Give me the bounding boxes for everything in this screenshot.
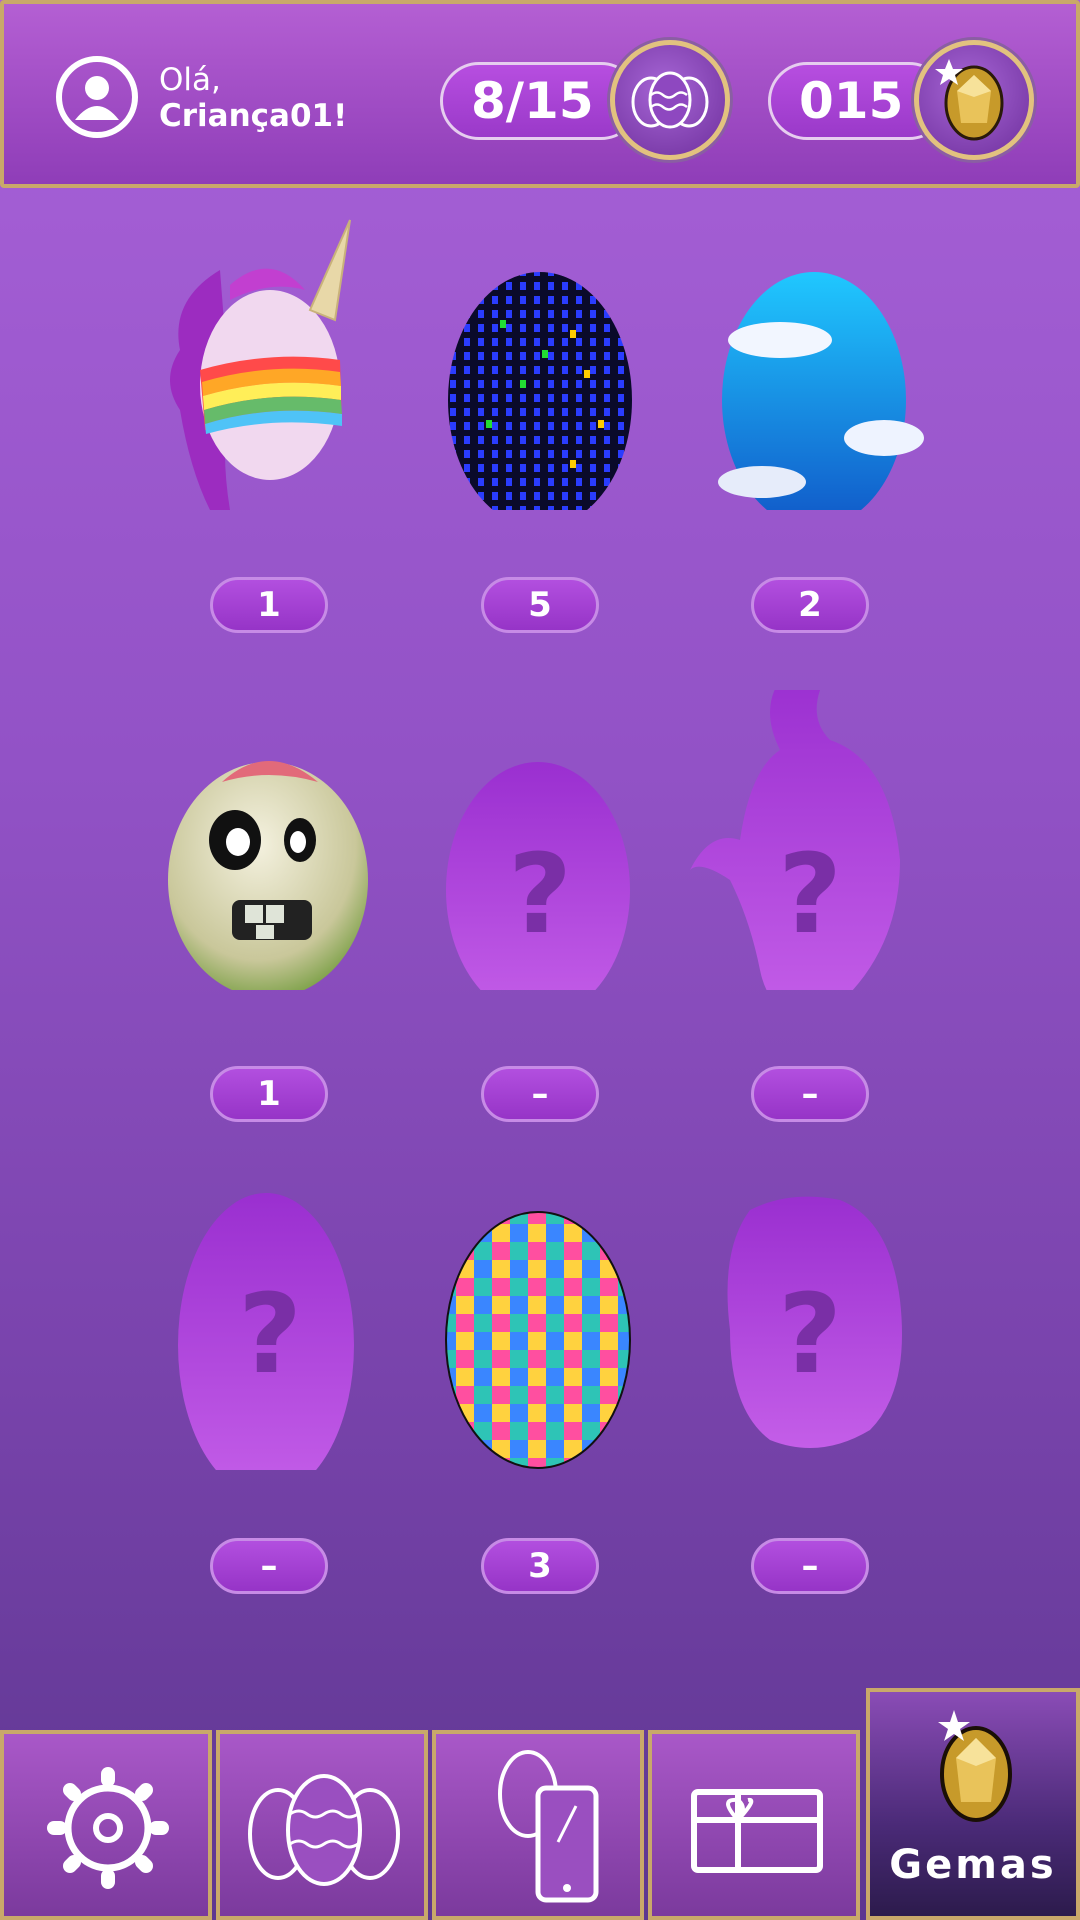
eggs-collection-icon bbox=[248, 1774, 400, 1886]
egg-count: 2 bbox=[751, 577, 869, 633]
egg-slot-locked[interactable]: ? – bbox=[420, 690, 660, 1122]
egg-slot-locked[interactable]: ? – bbox=[690, 690, 930, 1122]
egg-count: 3 bbox=[481, 1538, 599, 1594]
unicorn-egg-icon bbox=[170, 219, 351, 510]
unknown-egg-mark: ? bbox=[508, 830, 572, 958]
user-avatar-icon[interactable] bbox=[56, 56, 138, 138]
nav-gems[interactable]: Gemas bbox=[866, 1688, 1080, 1920]
unknown-egg-mark: ? bbox=[238, 1270, 302, 1398]
egg-count: – bbox=[210, 1538, 328, 1594]
gem-egg-icon[interactable] bbox=[914, 40, 1034, 160]
greeting-hello: Olá, bbox=[159, 62, 221, 98]
nav-gems-label: Gemas bbox=[889, 1842, 1057, 1888]
egg-phone-icon bbox=[498, 1750, 599, 1903]
egg-slot-locked[interactable]: ? – bbox=[150, 1170, 390, 1594]
mosaic-egg-icon bbox=[445, 1211, 631, 1469]
disco-lights-egg-icon bbox=[448, 272, 632, 510]
nav-gifts[interactable] bbox=[648, 1730, 860, 1920]
top-bar: Olá, Criança01! 8/15 015 bbox=[0, 0, 1080, 188]
eggs-counter-value: 8/15 bbox=[471, 72, 594, 130]
gems-counter-value: 015 bbox=[799, 72, 904, 130]
eggs-collection-icon[interactable] bbox=[610, 40, 730, 160]
sky-clouds-egg-icon bbox=[718, 272, 924, 510]
unknown-egg-mark: ? bbox=[778, 830, 842, 958]
egg-slot-zombie[interactable]: 1 bbox=[150, 690, 390, 1122]
egg-slot-mosaic[interactable]: 3 bbox=[420, 1170, 660, 1594]
nav-collection[interactable] bbox=[216, 1730, 428, 1920]
unknown-egg-mark: ? bbox=[778, 1270, 842, 1398]
gear-icon bbox=[47, 1767, 169, 1889]
egg-slot-locked[interactable]: ? – bbox=[690, 1170, 930, 1594]
egg-slot-disco[interactable]: 5 bbox=[420, 210, 660, 633]
egg-count: 1 bbox=[210, 577, 328, 633]
nav-scan[interactable] bbox=[432, 1730, 644, 1920]
egg-slot-sky[interactable]: 2 bbox=[690, 210, 930, 633]
greeting: Olá, Criança01! bbox=[159, 62, 347, 134]
egg-slot-unicorn[interactable]: 1 bbox=[150, 210, 390, 633]
gift-card-icon bbox=[691, 1789, 823, 1873]
gem-egg-icon bbox=[938, 1710, 1012, 1822]
zombie-egg-icon bbox=[168, 761, 368, 990]
nav-settings[interactable] bbox=[0, 1730, 212, 1920]
egg-count: – bbox=[751, 1066, 869, 1122]
egg-count: – bbox=[751, 1538, 869, 1594]
egg-count: 5 bbox=[481, 577, 599, 633]
egg-count: – bbox=[481, 1066, 599, 1122]
egg-count: 1 bbox=[210, 1066, 328, 1122]
user-name: Criança01! bbox=[159, 98, 348, 134]
